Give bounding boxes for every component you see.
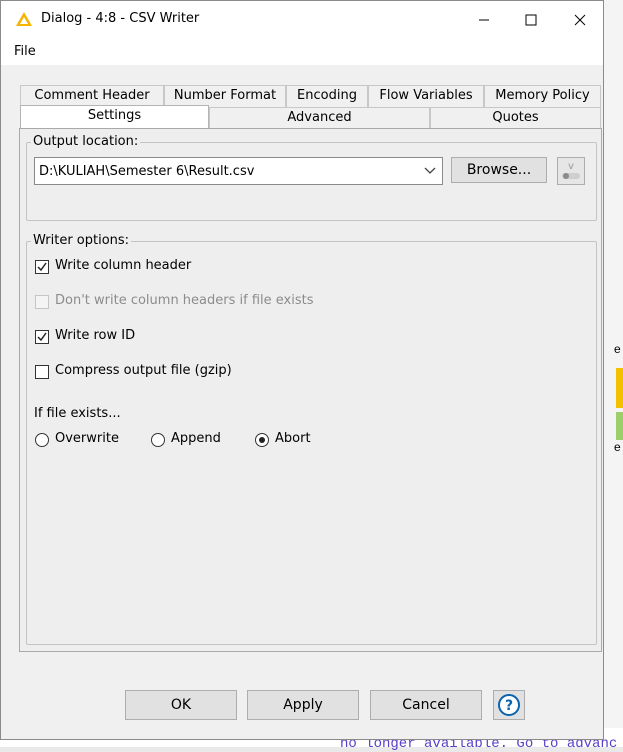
cancel-button[interactable]: Cancel [370, 690, 482, 720]
write-row-id-checkbox[interactable] [35, 330, 49, 344]
background-fragment-letter: e [614, 342, 621, 356]
checkbox-label: Don't write column headers if file exist… [55, 293, 314, 308]
tab-flow-variables[interactable]: Flow Variables [368, 85, 484, 107]
if-file-exists-label: If file exists... [34, 406, 121, 421]
radio-label: Abort [275, 431, 311, 446]
compress-output-checkbox[interactable] [35, 365, 49, 379]
output-path-value: D:\KULIAH\Semester 6\Result.csv [39, 164, 255, 179]
overwrite-radio[interactable] [35, 433, 49, 447]
browse-button[interactable]: Browse... [451, 157, 547, 183]
warning-triangle-icon [16, 12, 32, 26]
tab-settings[interactable]: Settings [20, 105, 209, 129]
radio-label: Overwrite [55, 431, 119, 446]
chevron-down-icon [424, 167, 436, 174]
maximize-button[interactable] [508, 1, 554, 39]
tab-comment-header[interactable]: Comment Header [20, 85, 164, 107]
output-path-combo[interactable]: D:\KULIAH\Semester 6\Result.csv [34, 157, 443, 185]
checkmark-icon [37, 332, 47, 342]
close-button[interactable] [557, 1, 603, 39]
minimize-icon [479, 19, 489, 21]
dialog-window: Dialog - 4:8 - CSV Writer File Comment H… [0, 0, 604, 740]
background-fragment-letter: e [614, 440, 621, 454]
window-title: Dialog - 4:8 - CSV Writer [41, 11, 200, 26]
minimize-button[interactable] [461, 1, 507, 39]
flow-variable-icon: v [562, 161, 580, 179]
checkmark-icon [37, 262, 47, 272]
help-icon: ? [498, 694, 520, 716]
writer-options-label: Writer options: [31, 233, 132, 248]
help-icon-glyph: ? [505, 698, 513, 714]
tab-encoding[interactable]: Encoding [286, 85, 368, 107]
output-location-label: Output location: [31, 134, 141, 149]
tab-memory-policy[interactable]: Memory Policy [484, 85, 601, 107]
menu-bar [1, 39, 603, 65]
checkbox-label: Compress output file (gzip) [55, 363, 232, 378]
tab-quotes[interactable]: Quotes [430, 107, 601, 129]
background-node-green [616, 412, 623, 440]
dont-write-headers-checkbox [35, 295, 49, 309]
radio-label: Append [171, 431, 221, 446]
checkbox-label: Write column header [55, 258, 192, 273]
title-bar[interactable]: Dialog - 4:8 - CSV Writer [1, 1, 603, 39]
radio-selected-dot [259, 437, 265, 443]
tab-advanced[interactable]: Advanced [209, 107, 430, 129]
background-node-yellow [616, 368, 623, 408]
apply-button[interactable]: Apply [247, 690, 359, 720]
append-radio[interactable] [151, 433, 165, 447]
close-icon [574, 14, 586, 26]
write-column-header-checkbox[interactable] [35, 260, 49, 274]
menu-file[interactable]: File [14, 44, 36, 59]
flow-variable-button[interactable]: v [557, 157, 585, 185]
tab-number-format[interactable]: Number Format [164, 85, 286, 107]
checkbox-label: Write row ID [55, 328, 136, 343]
ok-button[interactable]: OK [125, 690, 237, 720]
svg-text:v: v [568, 161, 574, 172]
help-button[interactable]: ? [493, 690, 525, 720]
abort-radio[interactable] [255, 433, 269, 447]
maximize-icon [525, 14, 537, 26]
